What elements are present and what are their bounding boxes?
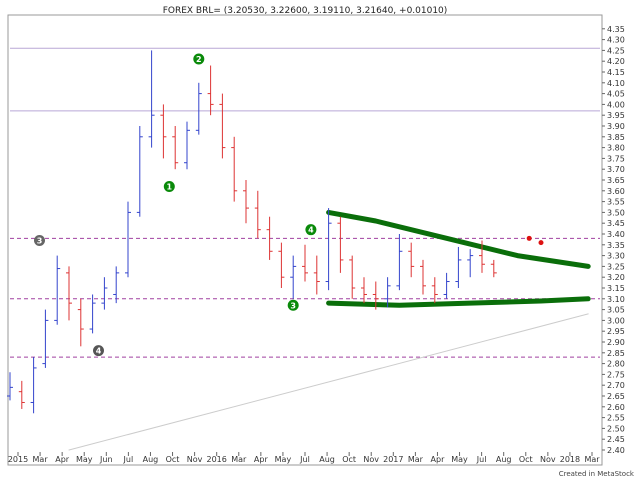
x-tick-label: Apr (254, 455, 269, 464)
y-tick-label: 3.90 (607, 122, 625, 131)
x-tick-label: Aug (496, 455, 512, 464)
y-tick-label: 3.65 (607, 176, 625, 185)
y-tick-label: 3.40 (607, 230, 625, 239)
red-dot (538, 240, 544, 246)
y-tick-label: 3.75 (607, 154, 625, 163)
x-tick-label: Nov (187, 455, 203, 464)
x-tick-label: Jul (123, 455, 134, 464)
y-tick-label: 3.80 (607, 144, 625, 153)
x-tick-label: Nov (540, 455, 556, 464)
x-tick-label: Mar (33, 455, 49, 464)
x-tick-label: Jun (99, 455, 113, 464)
y-tick-label: 3.60 (607, 187, 625, 196)
y-tick-label: 3.30 (607, 252, 625, 261)
x-tick-label: Oct (342, 455, 356, 464)
y-tick-label: 2.50 (607, 424, 625, 433)
x-tick-label: Mar (408, 455, 424, 464)
x-tick-label: Aug (319, 455, 335, 464)
wave-marker: 1 (163, 180, 175, 192)
y-tick-label: 3.35 (607, 241, 625, 250)
x-tick-label: 2015 (8, 455, 28, 464)
y-tick-label: 3.25 (607, 262, 625, 271)
x-tick-label: Jul (476, 455, 487, 464)
y-tick-label: 4.00 (607, 100, 625, 109)
wave-marker-label: 3 (290, 301, 296, 310)
y-tick-label: 2.65 (607, 392, 625, 401)
y-tick-label: 2.75 (607, 370, 625, 379)
forex-chart: FOREX BRL= (3.20530, 3.22600, 3.19110, 3… (0, 0, 640, 480)
wave-marker-label: 2 (196, 55, 202, 64)
y-tick-label: 3.15 (607, 284, 625, 293)
y-tick-label: 3.45 (607, 219, 625, 228)
y-tick-label: 2.90 (607, 338, 625, 347)
chart-background (0, 0, 640, 480)
x-tick-label: 2017 (383, 455, 403, 464)
wave-marker: 3 (34, 234, 45, 246)
chart-title: FOREX BRL= (3.20530, 3.22600, 3.19110, 3… (163, 6, 448, 16)
y-tick-label: 2.60 (607, 403, 625, 412)
wave-marker: 3 (287, 299, 299, 311)
y-tick-label: 4.35 (607, 25, 625, 34)
x-tick-label: Jul (299, 455, 310, 464)
wave-marker-label: 3 (37, 236, 43, 245)
y-tick-label: 2.70 (607, 381, 625, 390)
x-tick-label: Mar (231, 455, 247, 464)
y-tick-label: 4.25 (607, 46, 625, 55)
y-tick-label: 3.05 (607, 306, 625, 315)
y-tick-label: 2.45 (607, 435, 625, 444)
y-tick-label: 3.55 (607, 198, 625, 207)
x-tick-label: Oct (166, 455, 180, 464)
x-tick-label: Oct (519, 455, 533, 464)
wave-marker-label: 4 (96, 347, 102, 356)
x-tick-label: Aug (143, 455, 159, 464)
y-tick-label: 2.80 (607, 360, 625, 369)
y-tick-label: 3.70 (607, 165, 625, 174)
y-tick-label: 4.30 (607, 36, 625, 45)
y-tick-label: 2.40 (607, 446, 625, 455)
y-tick-label: 4.20 (607, 57, 625, 66)
y-tick-label: 2.55 (607, 414, 625, 423)
y-tick-label: 4.05 (607, 90, 625, 99)
x-tick-label: Nov (363, 455, 379, 464)
x-tick-label: Mar (584, 455, 600, 464)
red-dot (526, 235, 532, 241)
y-tick-label: 2.95 (607, 327, 625, 336)
y-tick-label: 3.00 (607, 316, 625, 325)
wave-marker-label: 4 (308, 226, 314, 235)
wave-marker: 4 (305, 224, 317, 236)
wave-marker: 2 (193, 53, 205, 65)
y-tick-label: 3.50 (607, 208, 625, 217)
x-tick-label: May (76, 455, 93, 464)
x-tick-label: Apr (431, 455, 446, 464)
x-tick-label: 2016 (207, 455, 227, 464)
y-tick-label: 3.95 (607, 111, 625, 120)
x-tick-label: Apr (55, 455, 70, 464)
x-tick-label: 2018 (560, 455, 580, 464)
y-tick-label: 4.15 (607, 68, 625, 77)
chart-credit: Created in MetaStock (559, 470, 635, 478)
y-tick-label: 4.10 (607, 79, 625, 88)
x-tick-label: May (275, 455, 292, 464)
y-tick-label: 3.85 (607, 133, 625, 142)
y-tick-label: 3.10 (607, 295, 625, 304)
y-tick-label: 2.85 (607, 349, 625, 358)
wave-marker-label: 1 (167, 182, 173, 191)
x-tick-label: May (451, 455, 468, 464)
wave-marker: 4 (93, 345, 104, 357)
y-tick-label: 3.20 (607, 273, 625, 282)
